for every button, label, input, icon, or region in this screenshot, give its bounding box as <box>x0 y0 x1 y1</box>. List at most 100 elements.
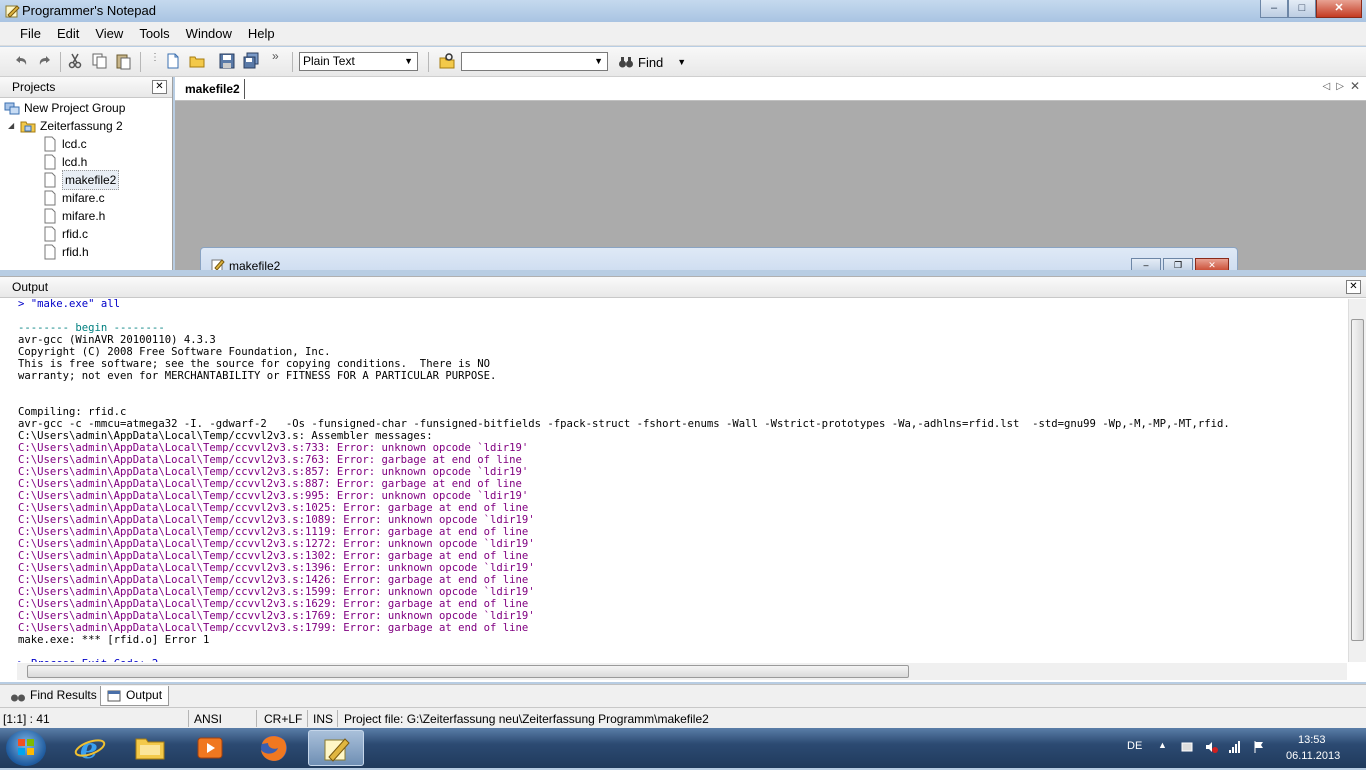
toolbar-overflow-icon[interactable]: » <box>272 49 284 67</box>
start-button[interactable] <box>6 730 46 766</box>
folder-icon <box>135 738 165 760</box>
scheme-select[interactable]: Plain Text ▼ <box>299 52 418 71</box>
output-line: make.exe: *** [rfid.o] Error 1 <box>18 634 210 646</box>
tab-find-results[interactable]: Find Results <box>4 686 103 705</box>
child-window-makefile2[interactable]: makefile2 – ❐ ✕ <box>200 247 1238 270</box>
menu-window[interactable]: Window <box>178 23 240 45</box>
tray-signal-icon[interactable] <box>1228 740 1242 754</box>
close-button[interactable]: ✕ <box>1316 0 1362 18</box>
scheme-select-value: Plain Text <box>303 54 355 68</box>
output-line: C:\Users\admin\AppData\Local\Temp/ccvvl2… <box>18 586 535 598</box>
horizontal-scroll-thumb[interactable] <box>27 665 909 678</box>
tree-expand-icon[interactable]: ◢ <box>8 117 20 135</box>
tree-file[interactable]: lcd.h <box>42 153 87 171</box>
tree-project-group[interactable]: New Project Group <box>4 99 125 117</box>
title-bar[interactable]: Programmer's Notepad – □ ✕ <box>0 0 1366 23</box>
save-all-icon[interactable] <box>242 52 260 70</box>
taskbar-explorer[interactable] <box>122 730 178 766</box>
menu-file[interactable]: File <box>12 23 49 45</box>
internet-explorer-icon: e <box>74 732 106 765</box>
chevron-down-icon: ▼ <box>404 56 413 66</box>
chevron-down-icon: ▼ <box>594 56 603 66</box>
find-dropdown-chevron-icon[interactable]: ▼ <box>677 57 686 67</box>
projects-panel-title: Projects <box>12 80 56 94</box>
tree-file[interactable]: lcd.c <box>42 135 87 153</box>
file-icon <box>44 172 56 188</box>
menu-view[interactable]: View <box>87 23 131 45</box>
taskbar-internet-explorer[interactable]: e <box>62 730 118 766</box>
vertical-scroll-thumb[interactable] <box>1351 319 1364 641</box>
new-file-icon[interactable] <box>164 52 182 70</box>
output-line: C:\Users\admin\AppData\Local\Temp/ccvvl2… <box>18 610 535 622</box>
menu-tools[interactable]: Tools <box>131 23 177 45</box>
bottom-tab-bar: Find Results Output <box>0 684 1366 707</box>
taskbar-programmers-notepad[interactable] <box>308 730 364 766</box>
status-separator <box>256 710 257 727</box>
output-line: avr-gcc -c -mmcu=atmega32 -I. -gdwarf-2 … <box>18 418 1230 430</box>
tree-file[interactable]: mifare.c <box>42 189 105 207</box>
tray-clock-date[interactable]: 06.11.2013 <box>1286 750 1340 762</box>
tab-scroll-right-icon[interactable]: ▷ <box>1336 81 1344 93</box>
output-window-icon <box>107 690 121 701</box>
file-icon <box>44 226 56 242</box>
file-icon <box>44 208 56 224</box>
save-icon[interactable] <box>218 52 236 70</box>
windows-logo-icon <box>18 739 34 755</box>
tray-action-center-flag-icon[interactable] <box>1252 740 1266 754</box>
output-vertical-scrollbar[interactable] <box>1348 299 1366 662</box>
tree-label: lcd.c <box>62 137 87 151</box>
tree-label: mifare.h <box>62 209 106 223</box>
tree-file[interactable]: mifare.h <box>42 207 105 225</box>
child-close-button[interactable]: ✕ <box>1195 258 1229 270</box>
redo-icon[interactable] <box>36 52 54 70</box>
output-line: C:\Users\admin\AppData\Local\Temp/ccvvl2… <box>18 454 522 466</box>
output-line: Compiling: rfid.c <box>18 406 127 418</box>
binoculars-icon <box>619 57 633 68</box>
minimize-button[interactable]: – <box>1260 0 1288 18</box>
tree-project[interactable]: ◢ Zeiterfassung 2 <box>8 117 123 135</box>
output-line: C:\Users\admin\AppData\Local\Temp/ccvvl2… <box>18 574 529 586</box>
paste-icon[interactable] <box>114 52 132 70</box>
find-in-files-folder-icon[interactable] <box>438 52 456 70</box>
tray-clock-time[interactable]: 13:53 <box>1298 734 1326 746</box>
find-combo[interactable]: ▼ <box>461 52 608 71</box>
output-close-icon[interactable]: ✕ <box>1346 280 1361 294</box>
tab-scroll-left-icon[interactable]: ◁ <box>1323 81 1331 93</box>
child-minimize-button[interactable]: – <box>1131 258 1161 270</box>
tray-show-hidden-icon[interactable]: ▲ <box>1158 740 1167 750</box>
taskbar-media-player[interactable] <box>182 730 238 766</box>
taskbar-firefox[interactable] <box>246 730 302 766</box>
maximize-button[interactable]: □ <box>1288 0 1316 18</box>
output-line: C:\Users\admin\AppData\Local\Temp/ccvvl2… <box>18 526 529 538</box>
tab-output[interactable]: Output <box>100 686 170 706</box>
menu-edit[interactable]: Edit <box>49 23 87 45</box>
find-button[interactable]: Find ▼ <box>618 53 686 71</box>
tray-language[interactable]: DE <box>1127 740 1142 752</box>
open-folder-icon[interactable] <box>188 52 206 70</box>
output-line: warranty; not even for MERCHANTABILITY o… <box>18 370 497 382</box>
child-restore-button[interactable]: ❐ <box>1163 258 1193 270</box>
tree-file[interactable]: rfid.c <box>42 225 88 243</box>
output-line: -------- begin -------- <box>18 322 165 334</box>
tree-file-selected[interactable]: makefile2 <box>42 170 120 190</box>
output-line: C:\Users\admin\AppData\Local\Temp/ccvvl2… <box>18 562 535 574</box>
undo-icon[interactable] <box>12 52 30 70</box>
toolbar-separator <box>140 52 141 72</box>
menu-help[interactable]: Help <box>240 23 283 45</box>
tab-close-icon[interactable]: ✕ <box>1350 79 1360 93</box>
toolbar-separator <box>60 52 61 72</box>
tray-volume-muted-icon[interactable] <box>1204 740 1218 754</box>
output-text-area[interactable]: > "make.exe" all -------- begin -------- a… <box>18 298 1348 662</box>
cut-icon[interactable] <box>66 52 84 70</box>
projects-close-icon[interactable]: ✕ <box>152 80 167 94</box>
tab-makefile2[interactable]: makefile2 <box>181 79 245 99</box>
output-panel: Output ✕ > "make.exe" all -------- begin … <box>0 276 1366 682</box>
svg-text:e: e <box>80 732 98 765</box>
output-line: C:\Users\admin\AppData\Local\Temp/ccvvl2… <box>18 430 433 442</box>
output-horizontal-scrollbar[interactable] <box>17 663 1347 680</box>
copy-icon[interactable] <box>90 52 108 70</box>
mdi-client-area: makefile2 – ❐ ✕ <box>175 101 1366 270</box>
tree-file[interactable]: rfid.h <box>42 243 89 261</box>
tray-network-device-icon[interactable] <box>1180 740 1194 754</box>
